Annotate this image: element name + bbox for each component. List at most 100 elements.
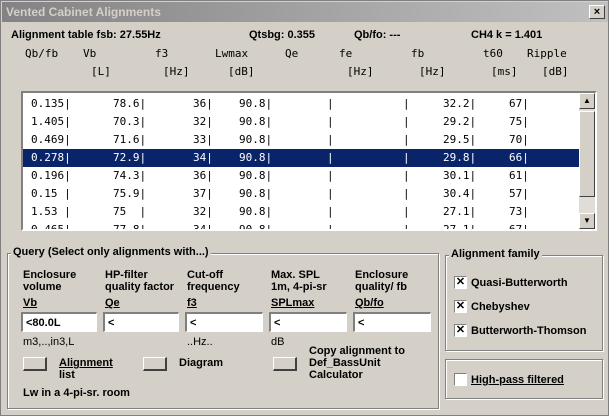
cell-vb: 71.6| (113, 133, 147, 146)
alignment-table-fsb: Alignment table fsb: 27.55Hz (11, 29, 161, 41)
table-row[interactable]: 0.15 | 75.9| 37| 90.8| | | 30.4| 57| (23, 185, 579, 203)
table-row[interactable]: 0.135| 78.6| 36| 90.8| | | 32.2| 67| (23, 95, 579, 113)
cell-lw: 90.8| (239, 115, 273, 128)
col-t60: t60 (483, 47, 503, 60)
qb-fo-value: Qb/fo: --- (354, 29, 401, 41)
cell-vb: 75 | (113, 205, 147, 218)
copy-label-2[interactable]: Def_BassUnit (309, 357, 381, 369)
qe-label-2: quality factor (105, 281, 175, 293)
vb-input[interactable] (21, 312, 97, 332)
alignment-list-label-2[interactable]: list (59, 369, 75, 381)
cell-t60: 66| (509, 151, 529, 164)
scroll-down-button[interactable]: ▼ (579, 213, 595, 229)
scroll-thumb[interactable] (579, 111, 595, 197)
cell-vb: 78.6| (113, 97, 147, 110)
cell-f3: 37| (193, 187, 213, 200)
cell-lw: 90.8| (239, 97, 273, 110)
copy-alignment-button[interactable] (273, 357, 297, 371)
diagram-label[interactable]: Diagram (179, 357, 223, 369)
cell-qe: | (327, 205, 334, 218)
butterworth-thomson-label[interactable]: Butterworth-Thomson (471, 325, 586, 337)
table-row[interactable]: 0.196| 74.3| 36| 90.8| | | 30.1| 61| (23, 167, 579, 185)
cell-qbfb: 1.53 | (31, 205, 71, 218)
cell-lw: 90.8| (239, 205, 273, 218)
cell-t60: 73| (509, 205, 529, 218)
cell-fe: | (403, 205, 410, 218)
alignment-list-label-1[interactable]: Alignment (59, 357, 113, 369)
cell-qbfb: 0.196| (31, 169, 71, 182)
spl-units-hint: dB (271, 336, 285, 348)
scroll-up-button[interactable]: ▲ (579, 93, 595, 109)
cell-qbfb: 0.465| (31, 223, 71, 231)
butterworth-thomson-checkbox[interactable]: ✕ (454, 324, 467, 337)
col-t60-unit: [ms] (491, 65, 518, 78)
table-row[interactable]: 1.405| 70.3| 32| 90.8| | | 29.2| 75| (23, 113, 579, 131)
quasi-butterworth-checkbox[interactable]: ✕ (454, 276, 467, 289)
col-ripple: Ripple (527, 47, 567, 60)
cell-f3: 33| (193, 133, 213, 146)
cell-qbfb: 0.469| (31, 133, 71, 146)
cell-vb: 72.9| (113, 151, 147, 164)
vb-short-label: Vb (23, 297, 38, 309)
alignment-list[interactable]: 0.135| 78.6| 36| 90.8| | | 32.2| 67| 1.405| 70.3|… (21, 91, 597, 231)
f3-input[interactable] (185, 312, 263, 332)
cell-qe: | (327, 223, 334, 231)
copy-label-3[interactable]: Calculator (309, 369, 363, 381)
col-lwmax-unit: [dB] (228, 65, 255, 78)
qbfo-label-1: Enclosure (355, 269, 409, 281)
f3-label-1: Cut-off (187, 269, 224, 281)
cell-fb: 27.1| (443, 223, 477, 231)
col-qe: Qe (285, 47, 299, 60)
cell-fe: | (403, 115, 410, 128)
col-f3: f3 (155, 47, 169, 60)
cell-qbfb: 0.278| (31, 151, 71, 164)
cell-qe: | (327, 115, 334, 128)
close-button[interactable]: × (589, 5, 605, 19)
vertical-scrollbar[interactable]: ▲ ▼ (579, 93, 595, 229)
cell-qe: | (327, 169, 334, 182)
vb-units-hint: m3,..,in3,L (23, 336, 75, 348)
qbfo-short-label: Qb/fo (355, 297, 384, 309)
col-fe-unit: [Hz] (347, 65, 374, 78)
cell-fb: 30.4| (443, 187, 477, 200)
col-fb-unit: [Hz] (419, 65, 446, 78)
vb-label-1: Enclosure (23, 269, 77, 281)
highpass-checkbox[interactable] (454, 373, 467, 386)
cell-vb: 75.9| (113, 187, 147, 200)
cell-f3: 32| (193, 205, 213, 218)
cell-qbfb: 1.405| (31, 115, 71, 128)
cell-lw: 90.8| (239, 223, 273, 231)
cell-f3: 36| (193, 97, 213, 110)
table-row[interactable]: 0.469| 71.6| 33| 90.8| | | 29.5| 70| (23, 131, 579, 149)
chebyshev-label[interactable]: Chebyshev (471, 301, 530, 313)
copy-label-1[interactable]: Copy alignment to (309, 345, 405, 357)
qe-short-label: Qe (105, 297, 120, 309)
col-ripple-unit: [dB] (542, 65, 569, 78)
cell-f3: 36| (193, 169, 213, 182)
cell-lw: 90.8| (239, 169, 273, 182)
alignment-list-button[interactable] (23, 357, 47, 371)
window-title: Vented Cabinet Alignments (6, 5, 161, 19)
vb-label-2: volume (23, 281, 62, 293)
table-row[interactable]: 1.53 | 75 | 32| 90.8| | | 27.1| 73| (23, 203, 579, 221)
cell-vb: 74.3| (113, 169, 147, 182)
qe-input[interactable] (103, 312, 179, 332)
alignment-list-label-text: Alignment (59, 357, 113, 369)
cell-fe: | (403, 151, 410, 164)
qbfo-label-2: quality/ fb (355, 281, 407, 293)
quasi-butterworth-label[interactable]: Quasi-Butterworth (471, 277, 568, 289)
cell-fb: 29.5| (443, 133, 477, 146)
table-row[interactable]: 0.278| 72.9| 34| 90.8| | | 29.8| 66| (23, 149, 579, 167)
cell-fb: 27.1| (443, 205, 477, 218)
diagram-button[interactable] (143, 357, 167, 371)
cell-fe: | (403, 169, 410, 182)
chebyshev-checkbox[interactable]: ✕ (454, 300, 467, 313)
qbfo-input[interactable] (353, 312, 431, 332)
qe-label-1: HP-filter (105, 269, 148, 281)
highpass-label[interactable]: High-pass filtered (471, 374, 564, 386)
table-row[interactable]: 0.465| 77.8| 34| 90.8| | | 27.1| 67| (23, 221, 579, 231)
splmax-input[interactable] (269, 312, 347, 332)
cell-t60: 67| (509, 223, 529, 231)
col-vb-unit: [L] (91, 65, 111, 78)
cell-fb: 32.2| (443, 97, 477, 110)
